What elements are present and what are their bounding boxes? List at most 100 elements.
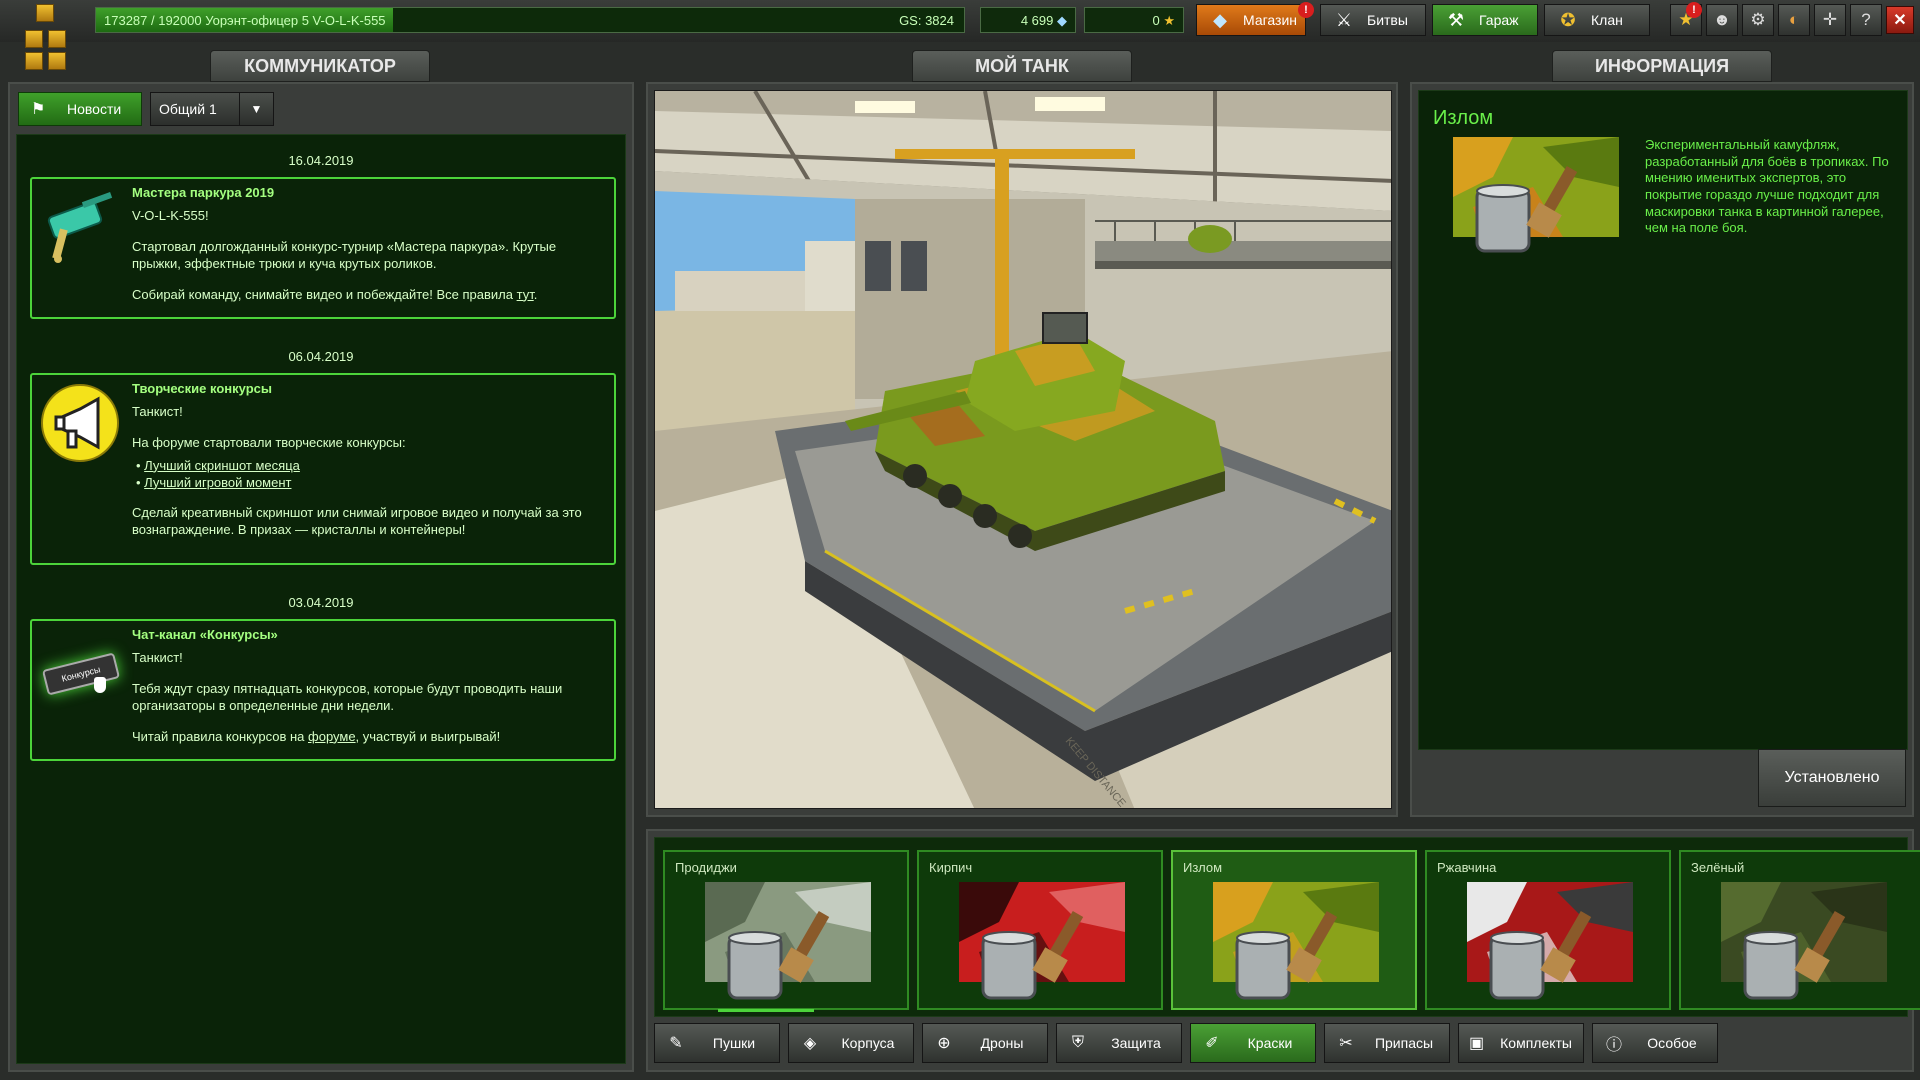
news-text: На форуме стартовали творческие конкурсы… <box>132 434 406 450</box>
crossed-swords-icon: ⚔ <box>1335 9 1353 30</box>
paint-bucket-brush-icon <box>959 882 1125 1000</box>
sound-button[interactable]: ◐ <box>1778 4 1810 36</box>
communicator-panel: ⚑ Новости Общий 1 ▼ 16.04.2019 Мастера п… <box>8 82 634 1072</box>
missions-notification-badge: ! <box>1686 2 1702 18</box>
news-text-part: , участвуй и выигрывай! <box>355 728 501 744</box>
wrench-icon: ✂ <box>1339 1035 1353 1052</box>
news-text: Тебя ждут сразу пятнадцать конкурсов, ко… <box>132 680 563 713</box>
paint-item[interactable]: Излом <box>1171 850 1417 1010</box>
my-tank-tab[interactable]: МОЙ ТАНК <box>912 50 1132 82</box>
category-label: Защита <box>1111 1035 1161 1051</box>
contest-chat-icon: Конкурсы <box>40 639 121 719</box>
clan-label: Клан <box>1591 12 1623 28</box>
category-label: Припасы <box>1374 1035 1434 1051</box>
news-body: Мастера паркура 2019 V-O-L-K-555! Старто… <box>132 185 602 317</box>
news-text: Сделай креативный скриншот или снимай иг… <box>132 505 582 538</box>
fullscreen-button[interactable]: ✛ <box>1814 4 1846 36</box>
paint-item[interactable]: Продиджи <box>663 850 909 1010</box>
paint-item[interactable]: Кирпич <box>917 850 1163 1010</box>
channel-value: Общий 1 <box>159 101 217 117</box>
help-button[interactable]: ? <box>1850 4 1882 36</box>
drone-icon: ⊕ <box>937 1035 951 1052</box>
news-body: Творческие конкурсы Танкист! На форуме с… <box>132 381 602 553</box>
news-date: 16.04.2019 <box>288 153 354 168</box>
close-icon: ✕ <box>1893 12 1907 29</box>
paint-item[interactable]: Ржавчина <box>1425 850 1671 1010</box>
news-body: Чат-канал «Конкурсы» Танкист! Тебя ждут … <box>132 627 602 759</box>
installed-button[interactable]: Установлено <box>1758 749 1906 807</box>
list-item: Лучший скриншот месяца <box>144 458 602 475</box>
battles-button[interactable]: ⚔ Битвы <box>1320 4 1426 36</box>
news-item: Творческие конкурсы Танкист! На форуме с… <box>30 373 616 565</box>
wrench-icon: ⚒ <box>1447 9 1465 30</box>
items-scrollbar[interactable] <box>718 1009 814 1012</box>
rank-text: 173287 / 192000 Уорэнт-офицер 5 V-O-L-K-… <box>104 13 386 28</box>
news-list[interactable]: 16.04.2019 Мастера паркура 2019 V-O-L-K-… <box>16 134 626 1064</box>
shield-icon: ⛨ <box>1071 1034 1084 1051</box>
news-item: Мастера паркура 2019 V-O-L-K-555! Старто… <box>30 177 616 319</box>
clan-button[interactable]: ✪ Клан <box>1544 4 1650 36</box>
paint-brush-icon: ✐ <box>1205 1035 1219 1052</box>
item-description: Экспериментальный камуфляж, разработанны… <box>1645 137 1889 236</box>
paint-bucket-brush-icon <box>1721 882 1887 1000</box>
tank-turret-icon <box>40 187 120 267</box>
cursor-hand-icon <box>94 677 106 693</box>
paint-bucket-brush-icon <box>1467 882 1633 1000</box>
category-kit-button[interactable]: ▣ Комплекты <box>1458 1023 1584 1063</box>
paint-item-name: Ржавчина <box>1437 860 1497 875</box>
news-greeting: V-O-L-K-555! <box>132 207 209 223</box>
shop-label: Магазин <box>1243 12 1298 28</box>
garage-label: Гараж <box>1479 12 1519 28</box>
shop-button[interactable]: ◆ Магазин <box>1196 4 1306 36</box>
best-screenshot-link[interactable]: Лучший скриншот месяца <box>144 458 300 473</box>
news-date: 03.04.2019 <box>288 595 354 610</box>
chevron-down-icon: ▼ <box>239 93 273 125</box>
category-gun-button[interactable]: ✎ Пушки <box>654 1023 780 1063</box>
stars-counter: 0 ★ <box>1084 7 1184 33</box>
my-tank-panel: KEEP DISTANCE <box>646 82 1398 817</box>
menu-logo-icon[interactable] <box>20 4 70 74</box>
category-special-button[interactable]: ⓘ Особое <box>1592 1023 1718 1063</box>
news-text: Читай правила конкурсов на форуме, участ… <box>132 729 602 746</box>
communicator-tab[interactable]: КОММУНИКАТОР <box>210 50 430 82</box>
news-text-part: . <box>533 286 538 302</box>
news-text-part: Читай правила конкурсов на <box>132 728 309 744</box>
category-paint-brush-button[interactable]: ✐ Краски <box>1190 1023 1316 1063</box>
item-title: Излом <box>1433 107 1494 129</box>
news-text-part: Собирай команду, снимайте видео и побежд… <box>132 286 517 302</box>
paint-item[interactable]: Зелёный <box>1679 850 1920 1010</box>
garage-button[interactable]: ⚒ Гараж <box>1432 4 1538 36</box>
information-tab[interactable]: ИНФОРМАЦИЯ <box>1552 50 1772 82</box>
list-item: Лучший игровой момент <box>144 475 602 492</box>
news-label: Новости <box>67 101 122 117</box>
fullscreen-icon: ✛ <box>1822 10 1838 29</box>
close-button[interactable]: ✕ <box>1886 6 1914 34</box>
friends-button[interactable]: ☻ <box>1706 4 1738 36</box>
paint-item-name: Излом <box>1183 860 1223 875</box>
category-drone-button[interactable]: ⊕ Дроны <box>922 1023 1048 1063</box>
top-bar: 173287 / 192000 Уорэнт-офицер 5 V-O-L-K-… <box>0 0 1920 70</box>
category-shield-button[interactable]: ⛨ Защита <box>1056 1023 1182 1063</box>
news-button[interactable]: ⚑ Новости <box>18 92 142 126</box>
category-hull-button[interactable]: ◈ Корпуса <box>788 1023 914 1063</box>
settings-button[interactable]: ⚙ <box>1742 4 1774 36</box>
channel-dropdown[interactable]: Общий 1 ▼ <box>150 92 274 126</box>
tank-3d-view[interactable]: KEEP DISTANCE <box>654 90 1392 809</box>
forum-link[interactable]: форуме <box>308 729 356 744</box>
category-wrench-button[interactable]: ✂ Припасы <box>1324 1023 1450 1063</box>
paint-items-list[interactable]: Продиджи Кирпич Излом Ржавчина Зелёный <box>654 837 1920 1017</box>
rank-progress-bar: 173287 / 192000 Уорэнт-офицер 5 V-O-L-K-… <box>95 7 965 33</box>
crystals-counter: 4 699 ◆ <box>980 7 1076 33</box>
news-title: Мастера паркура 2019 <box>132 185 275 200</box>
friends-icon: ☻ <box>1713 10 1731 29</box>
news-greeting: Танкист! <box>132 403 183 419</box>
paint-item-name: Продиджи <box>675 860 737 875</box>
news-text: Собирай команду, снимайте видео и побежд… <box>132 287 602 304</box>
category-label: Пушки <box>712 1035 756 1051</box>
garage-items-panel: Продиджи Кирпич Излом Ржавчина Зелёный ✎ Пушк… <box>646 829 1920 1072</box>
rules-link[interactable]: тут <box>517 287 534 302</box>
gear-icon: ⚙ <box>1750 10 1766 29</box>
gear-score: GS: 3824 <box>899 13 954 28</box>
best-moment-link[interactable]: Лучший игровой момент <box>144 475 291 490</box>
news-title: Творческие конкурсы <box>132 381 272 396</box>
